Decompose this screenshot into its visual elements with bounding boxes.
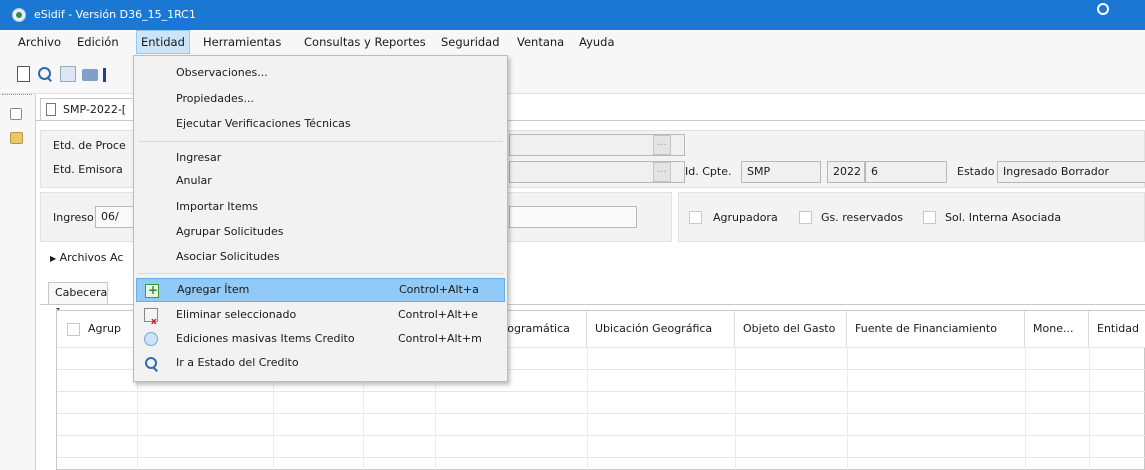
- menu-herramientas[interactable]: Herramientas: [199, 30, 285, 54]
- estado-label: Estado: [957, 165, 995, 178]
- archivos-expander[interactable]: ▶ Archivos Ac: [50, 251, 123, 264]
- window-title-bar: eSidif - Versión D36_15_1RC1: [0, 0, 1145, 30]
- entidad-dropdown-menu: Observaciones... Propiedades... Ejecutar…: [133, 55, 508, 382]
- ingreso-label: Ingreso: [53, 211, 94, 224]
- etd-proceso-label: Etd. de Proce: [53, 139, 126, 152]
- menu-seguridad[interactable]: Seguridad: [437, 30, 504, 54]
- id-cpte-type-field: SMP: [741, 161, 821, 183]
- menu-item-label: Importar Items: [176, 200, 259, 213]
- sol-interna-label: Sol. Interna Asociada: [945, 211, 1062, 224]
- select-all-checkbox[interactable]: [67, 322, 80, 336]
- menu-item-label: Agregar Ítem: [177, 283, 250, 296]
- menu-consultas-reportes[interactable]: Consultas y Reportes: [300, 30, 430, 54]
- etd-proceso-browse-button[interactable]: ...: [653, 135, 671, 155]
- menu-edicion[interactable]: Edición: [73, 30, 123, 54]
- menu-item-shortcut: Control+Alt+a: [399, 283, 479, 296]
- save-icon[interactable]: [60, 66, 76, 82]
- menu-archivo[interactable]: Archivo: [14, 30, 65, 54]
- menu-item-asociar-solicitudes[interactable]: Asociar Solicitudes: [136, 245, 505, 269]
- gs-reservados-label: Gs. reservados: [821, 211, 904, 224]
- folder-tree-icon[interactable]: [10, 132, 23, 144]
- row-divider: [57, 391, 1145, 392]
- column-header-agrup[interactable]: Agrup: [57, 311, 137, 347]
- delete-item-icon: [144, 308, 158, 334]
- menu-item-observaciones[interactable]: Observaciones...: [136, 61, 505, 85]
- app-logo-icon: [12, 8, 26, 22]
- menu-item-importar-items[interactable]: Importar Items: [136, 195, 505, 219]
- column-divider: [735, 347, 736, 470]
- menu-item-ir-estado-credito[interactable]: Ir a Estado del Credito: [136, 351, 505, 375]
- column-header-entidad[interactable]: Entidad: [1089, 311, 1145, 347]
- menu-ventana[interactable]: Ventana: [513, 30, 568, 54]
- menu-item-label: Ingresar: [176, 151, 222, 164]
- menu-item-shortcut: Control+Alt+e: [398, 308, 478, 321]
- print-icon[interactable]: [82, 69, 98, 81]
- row-divider: [57, 413, 1145, 414]
- column-divider: [1089, 347, 1090, 470]
- expand-arrow-icon: ▶: [50, 254, 57, 263]
- menu-separator: [138, 273, 503, 274]
- ingreso-extra-field[interactable]: [509, 206, 637, 228]
- document-tab-label: SMP-2022-[: [63, 103, 127, 116]
- flags-panel: Agrupadora Gs. reservados Sol. Interna A…: [678, 192, 1145, 242]
- id-cpte-label: Id. Cpte.: [685, 165, 732, 178]
- archivos-label: Archivos Ac: [59, 251, 124, 264]
- row-divider: [57, 457, 1145, 458]
- menu-item-label: Asociar Solicitudes: [176, 250, 280, 263]
- id-cpte-number-field: 6: [865, 161, 947, 183]
- new-document-icon[interactable]: [17, 66, 30, 82]
- menu-bar: Archivo Edición Entidad Herramientas Con…: [0, 30, 1145, 54]
- etd-emisora-browse-button[interactable]: ...: [653, 162, 671, 182]
- id-cpte-year-field: 2022: [827, 161, 865, 183]
- menu-item-agrupar-solicitudes[interactable]: Agrupar Solicitudes: [136, 220, 505, 244]
- row-divider: [57, 435, 1145, 436]
- column-header-ubicacion[interactable]: Ubicación Geográfica: [587, 311, 735, 347]
- toolbar-separator: [103, 68, 106, 82]
- column-divider: [1025, 347, 1026, 470]
- add-item-icon: [145, 279, 159, 301]
- left-sidebar: [0, 94, 36, 470]
- menu-item-propiedades[interactable]: Propiedades...: [136, 87, 505, 111]
- window-control-icon[interactable]: [1097, 3, 1109, 15]
- column-header-objeto-gasto[interactable]: Objeto del Gasto: [735, 311, 847, 347]
- menu-item-ediciones-masivas[interactable]: Ediciones masivas Items Credito Control+…: [136, 327, 505, 351]
- estado-field: Ingresado Borrador: [997, 161, 1145, 183]
- menu-entidad[interactable]: Entidad: [136, 30, 190, 54]
- menu-item-eliminar-seleccionado[interactable]: Eliminar seleccionado Control+Alt+e: [136, 303, 505, 334]
- etd-emisora-label: Etd. Emisora: [53, 163, 123, 176]
- agrupadora-checkbox[interactable]: [689, 211, 702, 224]
- drag-handle[interactable]: [2, 94, 32, 98]
- search-icon[interactable]: [37, 66, 53, 82]
- menu-item-label: Ejecutar Verificaciones Técnicas: [176, 117, 351, 130]
- column-header-moneda[interactable]: Mone...: [1025, 311, 1089, 347]
- gs-reservados-checkbox[interactable]: [799, 211, 812, 224]
- document-tab[interactable]: SMP-2022-[: [40, 98, 140, 120]
- document-icon: [46, 103, 56, 116]
- menu-item-label: Observaciones...: [176, 66, 268, 79]
- column-divider: [847, 347, 848, 470]
- column-divider: [587, 347, 588, 470]
- menu-ayuda[interactable]: Ayuda: [575, 30, 619, 54]
- menu-item-shortcut: Control+Alt+m: [398, 332, 482, 345]
- menu-item-label: Propiedades...: [176, 92, 254, 105]
- agrupadora-label: Agrupadora: [713, 211, 778, 224]
- column-header-agrup-label: Agrup: [88, 322, 121, 335]
- sol-interna-checkbox[interactable]: [923, 211, 936, 224]
- menu-item-label: Anular: [176, 174, 212, 187]
- menu-separator: [138, 141, 503, 142]
- column-header-fuente[interactable]: Fuente de Financiamiento: [847, 311, 1025, 347]
- tab-cabecera-1[interactable]: Cabecera 1: [48, 282, 108, 319]
- navigator-icon[interactable]: [10, 108, 22, 120]
- menu-item-agregar-item[interactable]: Agregar Ítem Control+Alt+a: [136, 278, 505, 302]
- menu-item-label: Agrupar Solicitudes: [176, 225, 284, 238]
- menu-item-label: Ediciones masivas Items Credito: [176, 332, 355, 345]
- go-to-status-icon: [144, 356, 158, 370]
- window-title: eSidif - Versión D36_15_1RC1: [34, 8, 196, 21]
- bulk-edit-icon: [144, 332, 158, 346]
- menu-item-label: Ir a Estado del Credito: [176, 356, 299, 369]
- menu-item-label: Eliminar seleccionado: [176, 308, 297, 321]
- menu-item-ingresar[interactable]: Ingresar: [136, 146, 505, 170]
- menu-item-verificaciones[interactable]: Ejecutar Verificaciones Técnicas: [136, 112, 505, 136]
- menu-item-anular[interactable]: Anular: [136, 169, 505, 193]
